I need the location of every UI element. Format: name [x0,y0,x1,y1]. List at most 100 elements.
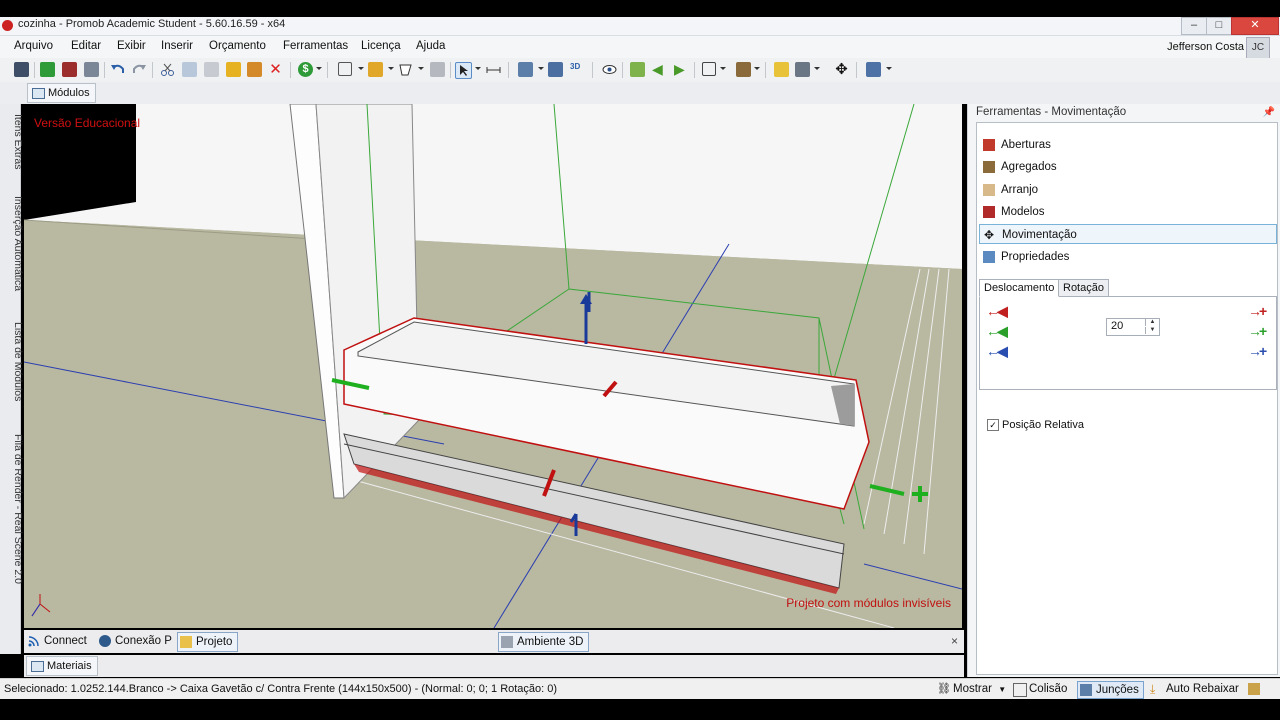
chevron-down-icon[interactable] [475,67,481,70]
pin-icon[interactable]: 📌 [1263,107,1275,118]
tool-modelos[interactable]: Modelos [979,202,1277,222]
chevron-down-icon[interactable] [754,67,760,70]
menu-orcamento[interactable]: Orçamento [209,40,266,52]
move-left-red-button[interactable]: ←◀ [986,303,1008,320]
pan-icon[interactable]: ✥ [834,62,849,77]
rss-icon [28,635,40,647]
box-icon[interactable] [736,62,751,77]
grid-icon[interactable] [866,62,881,77]
render-settings-icon[interactable] [62,62,77,77]
minimize-button[interactable]: – [1181,17,1207,35]
chevron-down-icon[interactable] [814,67,820,70]
spinner-down-icon[interactable]: ▼ [1145,327,1159,334]
tab-modulos[interactable]: Módulos [27,83,96,103]
colisao-toggle[interactable]: Colisão [1011,681,1067,697]
tab-materiais[interactable]: Materiais [26,656,98,676]
hammer-icon[interactable] [247,62,262,77]
juncoes-toggle[interactable]: Junções [1077,681,1144,699]
avatar[interactable]: JC [1246,37,1270,59]
undo-icon[interactable] [110,62,125,77]
menu-editar[interactable]: Editar [71,40,101,52]
delete-icon[interactable]: ✕ [268,62,283,77]
arrow-right-icon[interactable]: ▶ [674,62,689,77]
tool-propriedades[interactable]: Propriedades [979,247,1277,267]
format-brush-icon[interactable] [226,62,241,77]
budget-icon[interactable]: $ [298,62,313,77]
paste-icon[interactable] [204,62,219,77]
tab-ambiente-3d[interactable]: Ambiente 3D [498,632,590,652]
posicao-relativa-checkbox[interactable]: ✓ Posição Relativa [987,419,1084,431]
shape-icon[interactable] [398,62,413,77]
move-left-blue-button[interactable]: ←◀ [986,343,1008,360]
tab-conexao[interactable]: Conexão P [97,632,172,650]
chevron-down-icon[interactable] [388,67,394,70]
save-icon[interactable] [14,62,29,77]
viewport-3d[interactable]: Versão Educacional Projeto com módulos i… [24,104,962,628]
tab-connect[interactable]: Connect [26,632,87,650]
arrow-left-icon[interactable]: ◀ [652,62,667,77]
rail-lista-modulos[interactable]: Lista de Módulos [0,322,24,432]
close-icon[interactable]: × [951,634,958,648]
chevron-down-icon[interactable] [538,67,544,70]
menu-inserir[interactable]: Inserir [161,40,193,52]
measure-icon[interactable] [486,62,501,77]
elevation-icon[interactable] [548,62,563,77]
tool-arranjo[interactable]: Arranjo [979,180,1277,200]
status-bar: Selecionado: 1.0252.144.Branco -> Caixa … [0,678,1280,699]
redo-icon[interactable] [132,62,147,77]
scene-drawing[interactable] [24,104,962,628]
maximize-button[interactable]: □ [1206,17,1232,35]
menu-ajuda[interactable]: Ajuda [416,40,445,52]
light-icon[interactable] [774,62,789,77]
move-right-red-button[interactable]: →+ [1248,303,1267,319]
move-right-blue-button[interactable]: →+ [1248,343,1267,359]
chevron-down-icon[interactable] [418,67,424,70]
move-icon[interactable] [630,62,645,77]
user-name[interactable]: Jefferson Costa [1167,41,1244,53]
move-right-green-button[interactable]: →+ [1248,323,1267,339]
step-spinner[interactable]: 20 ▲ ▼ [1106,318,1160,336]
tool-agregados[interactable]: Agregados [979,157,1277,177]
tab-deslocamento[interactable]: Deslocamento [979,279,1060,297]
menu-exibir[interactable]: Exibir [117,40,146,52]
checkbox-checked-icon[interactable]: ✓ [987,419,999,431]
select-pointer-icon[interactable] [455,62,472,79]
tab-modulos-label: Módulos [48,87,90,99]
layers-icon[interactable] [368,62,383,77]
menu-ferramentas[interactable]: Ferramentas [283,40,348,52]
resize-grip-icon[interactable] [1246,681,1264,697]
chevron-down-icon[interactable] [886,67,892,70]
auto-rebaixar-toggle[interactable]: ⤓ Auto Rebaixar [1148,681,1239,697]
render-icon[interactable] [40,62,55,77]
copy-icon[interactable] [182,62,197,77]
frame-icon[interactable] [702,62,716,76]
camera-icon[interactable] [795,62,810,77]
step-value[interactable]: 20 [1111,320,1123,332]
close-window-button[interactable]: ✕ [1231,17,1279,35]
menu-arquivo[interactable]: Arquivo [14,40,53,52]
rail-fila-render[interactable]: Fila de Render - Real Scene 2.0 [0,434,24,634]
spinner-up-icon[interactable]: ▲ [1145,319,1159,326]
tab-projeto[interactable]: Projeto [177,632,239,652]
cut-icon[interactable] [160,62,175,77]
shield-icon[interactable] [518,62,533,77]
insert-module-icon[interactable] [338,62,352,76]
print-icon[interactable] [84,62,99,77]
menu-bar: Arquivo Editar Exibir Inserir Orçamento … [0,36,1280,59]
chevron-down-icon[interactable] [720,67,726,70]
view-3d-icon[interactable]: 3D [570,62,585,77]
tab-projeto-label: Projeto [196,636,233,648]
chevron-down-icon[interactable] [358,67,364,70]
eye-icon[interactable] [602,62,617,77]
chevron-down-icon[interactable] [316,67,322,70]
rail-itens-extras[interactable]: Itens Extras [0,114,24,194]
tool-aberturas[interactable]: Aberturas [979,135,1277,155]
tool-movimentacao[interactable]: ✥ Movimentação [979,224,1277,244]
posicao-relativa-label: Posição Relativa [1002,419,1084,431]
mostrar-button[interactable]: ⛓ Mostrar ▼ [935,681,1006,697]
tab-rotacao[interactable]: Rotação [1058,279,1109,297]
rail-insercao-automatica[interactable]: Inserção Automática [0,196,24,316]
wall-icon[interactable] [430,62,445,77]
move-left-green-button[interactable]: ←◀ [986,323,1008,340]
menu-licenca[interactable]: Licença [361,40,401,52]
